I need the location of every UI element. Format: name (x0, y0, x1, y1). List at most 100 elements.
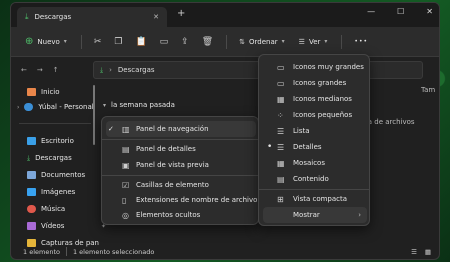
more-options-button[interactable]: ••• (354, 38, 368, 45)
menu-item-compact-view[interactable]: ⊞ Vista compacta (263, 191, 367, 207)
menu-item-label: Iconos grandes (293, 79, 347, 87)
paste-icon[interactable]: 📋 (135, 37, 146, 47)
details-view-toggle-icon[interactable]: ☰ (411, 248, 417, 256)
medium-icons-icon: ▦ (277, 94, 285, 104)
download-icon: ⤓ (27, 153, 31, 162)
title-bar: ⤓ Descargas ✕ + — ☐ ✕ (11, 3, 439, 27)
item-count: 1 elemento (23, 247, 60, 256)
menu-item-label: Panel de navegación (136, 125, 209, 133)
menu-item-show[interactable]: Mostrar › (263, 207, 367, 223)
close-window-button[interactable]: ✕ (426, 7, 433, 16)
preview-pane-icon: ▣ (122, 160, 130, 170)
tab-descargas[interactable]: ⤓ Descargas ✕ (17, 7, 167, 27)
new-tab-button[interactable]: + (177, 8, 185, 19)
chevron-down-icon: ▾ (63, 38, 67, 45)
forward-arrow-icon[interactable]: → (37, 66, 43, 74)
menu-item-medium-icons[interactable]: ▦ Iconos medianos (263, 91, 367, 107)
close-tab-icon[interactable]: ✕ (153, 13, 159, 21)
status-divider (65, 247, 67, 256)
sidebar-item-imagenes[interactable]: Imágenes ✦ (27, 185, 106, 199)
menu-item-label: Panel de detalles (136, 145, 196, 153)
new-button[interactable]: ⊕ Nuevo ▾ (25, 36, 67, 47)
sidebar-item-label: Descargas (35, 154, 72, 162)
menu-item-details[interactable]: • ☰ Detalles (263, 139, 367, 155)
menu-item-label: Iconos muy grandes (293, 63, 364, 71)
menu-divider (102, 139, 258, 140)
sidebar-divider (19, 123, 91, 124)
tiles-view-toggle-icon[interactable]: ▦ (425, 248, 431, 256)
menu-item-label: Mosaicos (293, 159, 325, 167)
plus-circle-icon: ⊕ (25, 36, 34, 47)
menu-item-preview-pane[interactable]: ▣ Panel de vista previa (106, 157, 256, 173)
sort-button[interactable]: ⇅ Ordenar ▾ (239, 38, 285, 46)
large-icons-icon: ▭ (277, 78, 285, 88)
sidebar-item-label: Inicio (41, 88, 60, 96)
sidebar-item-onedrive[interactable]: › Yúbal - Personal (17, 100, 94, 114)
menu-divider (259, 189, 369, 190)
hidden-items-icon: ◎ (122, 210, 129, 220)
show-submenu: ✓ ▥ Panel de navegación ▤ Panel de detal… (101, 116, 259, 225)
extensions-icon: ▯ (122, 195, 127, 205)
new-button-label: Nuevo (37, 37, 60, 46)
menu-item-label: Vista compacta (293, 195, 348, 203)
menu-item-large-icons[interactable]: ▭ Iconos grandes (263, 75, 367, 91)
column-header-size[interactable]: Tam (421, 86, 435, 94)
sidebar-item-musica[interactable]: Música ✦ (27, 202, 106, 216)
menu-item-label: Iconos medianos (293, 95, 352, 103)
command-bar: ⊕ Nuevo ▾ ✂ ❐ 📋 ▭ ⇪ 🗑 ⇅ Ordenar ▾ ☰ Ver … (11, 27, 439, 57)
menu-item-label: Extensiones de nombre de archivo (136, 196, 258, 204)
tiles-icon: ▦ (277, 158, 285, 168)
menu-item-item-checkboxes[interactable]: ☑ Casillas de elemento (106, 177, 256, 193)
menu-item-list[interactable]: ☰ Lista (263, 123, 367, 139)
sidebar-scrollbar[interactable] (93, 85, 95, 145)
navigation-pane: Inicio › Yúbal - Personal Escritorio ✦ ⤓… (11, 83, 106, 247)
selection-count: 1 elemento seleccionado (72, 247, 155, 256)
view-button[interactable]: ☰ Ver ▾ (299, 38, 328, 46)
minimize-button[interactable]: — (367, 7, 375, 16)
cloud-icon (24, 103, 34, 111)
submenu-chevron-icon: › (358, 211, 361, 219)
share-icon[interactable]: ⇪ (181, 37, 189, 47)
status-bar: 1 elemento 1 elemento seleccionado ☰ ▦ (11, 244, 439, 259)
up-arrow-icon[interactable]: ↑ (53, 66, 59, 74)
back-arrow-icon[interactable]: ← (21, 66, 27, 74)
toolbar-divider (341, 34, 343, 49)
sidebar-item-documentos[interactable]: Documentos ✦ (27, 168, 106, 182)
file-type-cell: ta de archivos (365, 118, 415, 126)
path-chevron-icon: › (109, 66, 112, 74)
menu-item-hidden-items[interactable]: ◎ Elementos ocultos (106, 207, 256, 223)
toolbar-divider (80, 34, 82, 49)
maximize-button[interactable]: ☐ (397, 7, 404, 16)
videos-icon (27, 222, 36, 230)
download-icon: ⤓ (100, 65, 104, 74)
menu-item-label: Lista (293, 127, 310, 135)
toolbar-divider (226, 34, 228, 49)
group-header-label: la semana pasada (111, 101, 175, 109)
menu-item-label: Detalles (293, 143, 322, 151)
menu-item-content[interactable]: ▤ Contenido (263, 171, 367, 187)
menu-item-label: Contenido (293, 175, 329, 183)
menu-item-extra-large-icons[interactable]: ▭ Iconos muy grandes (263, 59, 367, 75)
desktop-icon (27, 137, 36, 145)
menu-item-file-extensions[interactable]: ▯ Extensiones de nombre de archivo (106, 192, 258, 208)
delete-icon[interactable]: 🗑 (202, 37, 213, 47)
menu-item-label: Casillas de elemento (136, 181, 209, 189)
copy-icon[interactable]: ❐ (114, 37, 122, 47)
sidebar-item-descargas[interactable]: ⤓ Descargas ✦ (27, 151, 106, 165)
breadcrumb-descargas[interactable]: Descargas (118, 66, 155, 74)
sidebar-item-inicio[interactable]: Inicio (27, 85, 60, 99)
menu-item-details-pane[interactable]: ▤ Panel de detalles (106, 141, 256, 157)
checkbox-icon: ☑ (122, 180, 130, 190)
view-button-label: Ver (308, 37, 321, 46)
menu-item-label: Mostrar (293, 211, 320, 219)
tab-title: Descargas (34, 13, 72, 21)
rename-icon[interactable]: ▭ (160, 37, 169, 47)
sidebar-item-videos[interactable]: Vídeos ✦ (27, 219, 106, 233)
cut-icon[interactable]: ✂ (94, 37, 102, 47)
sidebar-item-escritorio[interactable]: Escritorio ✦ (27, 134, 106, 148)
menu-item-tiles[interactable]: ▦ Mosaicos (263, 155, 367, 171)
sidebar-item-label: Música (41, 205, 66, 213)
menu-item-small-icons[interactable]: ⁘ Iconos pequeños (263, 107, 367, 123)
menu-item-navigation-pane[interactable]: ✓ ▥ Panel de navegación (106, 121, 256, 137)
group-header[interactable]: ▾ la semana pasada (103, 101, 175, 109)
